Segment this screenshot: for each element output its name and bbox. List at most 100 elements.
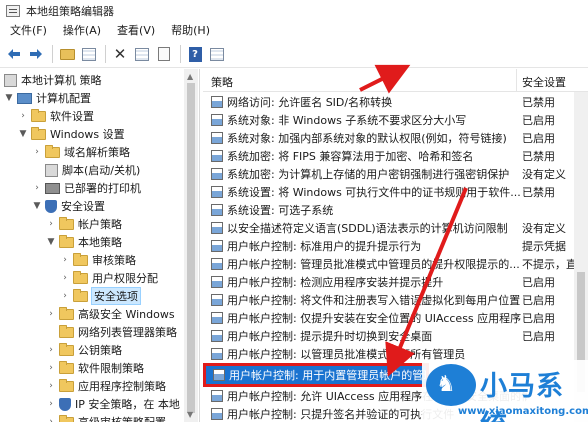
chevron-right-icon[interactable]: › — [18, 111, 28, 121]
chevron-right-icon[interactable]: › — [46, 309, 56, 319]
tree-item-local-policies[interactable]: ▼ 本地策略 — [46, 233, 122, 251]
policy-setting-icon — [211, 330, 223, 342]
table-row[interactable]: 系统加密: 将 FIPS 兼容算法用于加密、哈希和签名 已禁用 — [203, 147, 573, 165]
properties-icon[interactable] — [132, 44, 152, 64]
table-row[interactable]: 用户帐户控制: 仅提升安装在安全位置的 UIAccess 应用程序 已启用 — [203, 309, 573, 327]
policy-state: 不提示，直 — [522, 258, 577, 271]
table-row[interactable]: 以安全描述符定义语言(SDDL)语法表示的计算机访问限制 没有定义 — [203, 219, 573, 237]
tree-item-ip-security[interactable]: › IP 安全策略，在 本地 — [46, 395, 180, 413]
table-row[interactable]: 用户帐户控制: 检测应用程序安装并提示提升 已启用 — [203, 273, 573, 291]
tree-item-deployed-printers[interactable]: › 已部署的打印机 — [32, 179, 141, 197]
tree-item-app-control[interactable]: › 应用程序控制策略 — [46, 377, 166, 395]
policy-name: 系统设置: 将 Windows 可执行文件中的证书规则用于软件... — [227, 186, 521, 199]
chevron-right-icon[interactable]: › — [46, 417, 56, 422]
column-divider[interactable] — [516, 69, 517, 92]
export-list-icon[interactable] — [154, 44, 174, 64]
policy-setting-icon — [211, 114, 223, 126]
tree-item-local-computer-policy[interactable]: 本地计算机 策略 — [4, 71, 102, 89]
chevron-right-icon[interactable]: › — [46, 399, 56, 409]
table-row[interactable]: 系统加密: 为计算机上存储的用户密钥强制进行强密钥保护 没有定义 — [203, 165, 573, 183]
column-header-policy[interactable]: 策略 — [211, 74, 233, 90]
policy-setting-icon — [211, 240, 223, 252]
chevron-down-icon[interactable]: ▼ — [4, 93, 14, 103]
chevron-right-icon[interactable]: › — [60, 291, 70, 301]
show-hide-tree-icon[interactable] — [79, 44, 99, 64]
table-row[interactable]: 用户帐户控制: 提示提升时切换到安全桌面 已启用 — [203, 327, 573, 345]
chevron-down-icon[interactable]: ▼ — [18, 129, 28, 139]
chevron-right-icon[interactable]: › — [46, 345, 56, 355]
tree-item-computer-config[interactable]: ▼ 计算机配置 — [4, 89, 91, 107]
table-row[interactable]: 系统对象: 加强内部系统对象的默认权限(例如，符号链接) 已启用 — [203, 129, 573, 147]
forward-arrow-icon[interactable] — [26, 44, 46, 64]
tree-item-windows-firewall[interactable]: › 高级安全 Windows — [46, 305, 175, 323]
chevron-right-icon[interactable]: › — [32, 183, 42, 193]
scroll-thumb[interactable] — [187, 83, 195, 413]
chevron-down-icon[interactable]: ▼ — [46, 237, 56, 247]
tree-item-security-options[interactable]: › 安全选项 — [60, 287, 141, 305]
tree-item-scripts[interactable]: 脚本(启动/关机) — [32, 161, 140, 179]
tree-item-software-settings[interactable]: › 软件设置 — [18, 107, 94, 125]
table-row-highlighted[interactable]: 用户帐户控制: 用于内置管理员帐户的管理员批准模式 — [203, 363, 429, 387]
policy-name: 系统加密: 将 FIPS 兼容算法用于加密、哈希和签名 — [227, 150, 474, 163]
tree-item-label: 公钥策略 — [78, 344, 122, 357]
chevron-right-icon[interactable]: › — [32, 147, 42, 157]
menu-action[interactable]: 操作(A) — [55, 21, 109, 41]
tree-item-name-resolution-policy[interactable]: › 域名解析策略 — [32, 143, 130, 161]
tree-item-network-list-manager[interactable]: 网络列表管理器策略 — [46, 323, 177, 341]
table-row[interactable]: 系统设置: 将 Windows 可执行文件中的证书规则用于软件... 已禁用 — [203, 183, 573, 201]
tree-item-account-policies[interactable]: › 帐户策略 — [46, 215, 122, 233]
policy-name: 用户帐户控制: 仅提升安装在安全位置的 UIAccess 应用程序 — [227, 312, 522, 325]
back-arrow-icon[interactable] — [4, 44, 24, 64]
help-icon[interactable]: ? — [185, 44, 205, 64]
scroll-up-icon[interactable]: ▲ — [187, 72, 193, 81]
tree-scrollbar[interactable]: ▲ ▼ — [184, 69, 198, 422]
tree-item-label: 安全设置 — [61, 200, 105, 213]
folder-icon — [73, 288, 88, 302]
chevron-right-icon[interactable]: › — [46, 381, 56, 391]
watermark-url: www.xiaomaxitong.com — [458, 406, 588, 417]
toolbar-separator — [105, 45, 106, 63]
menu-help[interactable]: 帮助(H) — [163, 21, 218, 41]
policy-setting-icon — [211, 96, 223, 108]
menu-view[interactable]: 查看(V) — [109, 21, 163, 41]
policy-state: 已禁用 — [522, 150, 555, 163]
tree-item-label: 审核策略 — [92, 254, 136, 267]
delete-icon[interactable]: ✕ — [110, 44, 130, 64]
table-row[interactable]: 系统对象: 非 Windows 子系统不要求区分大小写 已启用 — [203, 111, 573, 129]
tree-item-software-restriction[interactable]: › 软件限制策略 — [46, 359, 144, 377]
policy-editor-app-icon — [6, 4, 20, 17]
tree-item-advanced-audit[interactable]: › 高级审核策略配置 — [46, 413, 166, 422]
table-row[interactable]: 用户帐户控制: 管理员批准模式中管理员的提升权限提示的... 不提示，直 — [203, 255, 577, 273]
tree-item-public-key-policies[interactable]: › 公钥策略 — [46, 341, 122, 359]
chevron-right-icon[interactable]: › — [60, 273, 70, 283]
tree-item-windows-settings[interactable]: ▼ Windows 设置 — [18, 125, 125, 143]
mmc-view-icon[interactable] — [207, 44, 227, 64]
policy-setting-icon — [211, 186, 223, 198]
scripts-icon — [45, 163, 58, 177]
tree-item-user-rights[interactable]: › 用户权限分配 — [60, 269, 158, 287]
table-row[interactable]: 网络访问: 允许匿名 SID/名称转换 已禁用 — [203, 93, 573, 111]
tree-item-security-settings[interactable]: ▼ 安全设置 — [32, 197, 105, 215]
policy-state: 已启用 — [522, 276, 555, 289]
table-row[interactable]: 用户帐户控制: 标准用户的提升提示行为 提示凭据 — [203, 237, 573, 255]
chevron-right-icon[interactable]: › — [60, 255, 70, 265]
column-header-security-setting[interactable]: 安全设置 — [522, 74, 566, 90]
tree-item-label: 帐户策略 — [78, 218, 122, 231]
policy-state: 已禁用 — [522, 186, 555, 199]
policy-name: 用户帐户控制: 标准用户的提升提示行为 — [227, 240, 422, 253]
tree-item-label: 用户权限分配 — [92, 272, 158, 285]
table-row[interactable]: 用户帐户控制: 将文件和注册表写入错误虚拟化到每用户位置 已启用 — [203, 291, 573, 309]
chevron-right-icon[interactable]: › — [46, 219, 56, 229]
chevron-right-icon[interactable]: › — [46, 363, 56, 373]
tree-pane: 本地计算机 策略 ▼ 计算机配置 › 软件设置 ▼ Windows 设置 › 域… — [0, 69, 200, 422]
policy-state: 已启用 — [522, 294, 555, 307]
folder-icon — [73, 270, 88, 284]
folder-up-icon[interactable] — [57, 44, 77, 64]
table-row[interactable]: 系统设置: 可选子系统 — [203, 201, 573, 219]
shield-icon — [45, 199, 57, 213]
menu-file[interactable]: 文件(F) — [2, 21, 55, 41]
chevron-down-icon[interactable]: ▼ — [32, 201, 42, 211]
tree-item-audit-policy[interactable]: › 审核策略 — [60, 251, 136, 269]
scroll-down-icon[interactable]: ▼ — [187, 410, 193, 419]
horse-glyph-icon: ♞ — [436, 372, 456, 397]
